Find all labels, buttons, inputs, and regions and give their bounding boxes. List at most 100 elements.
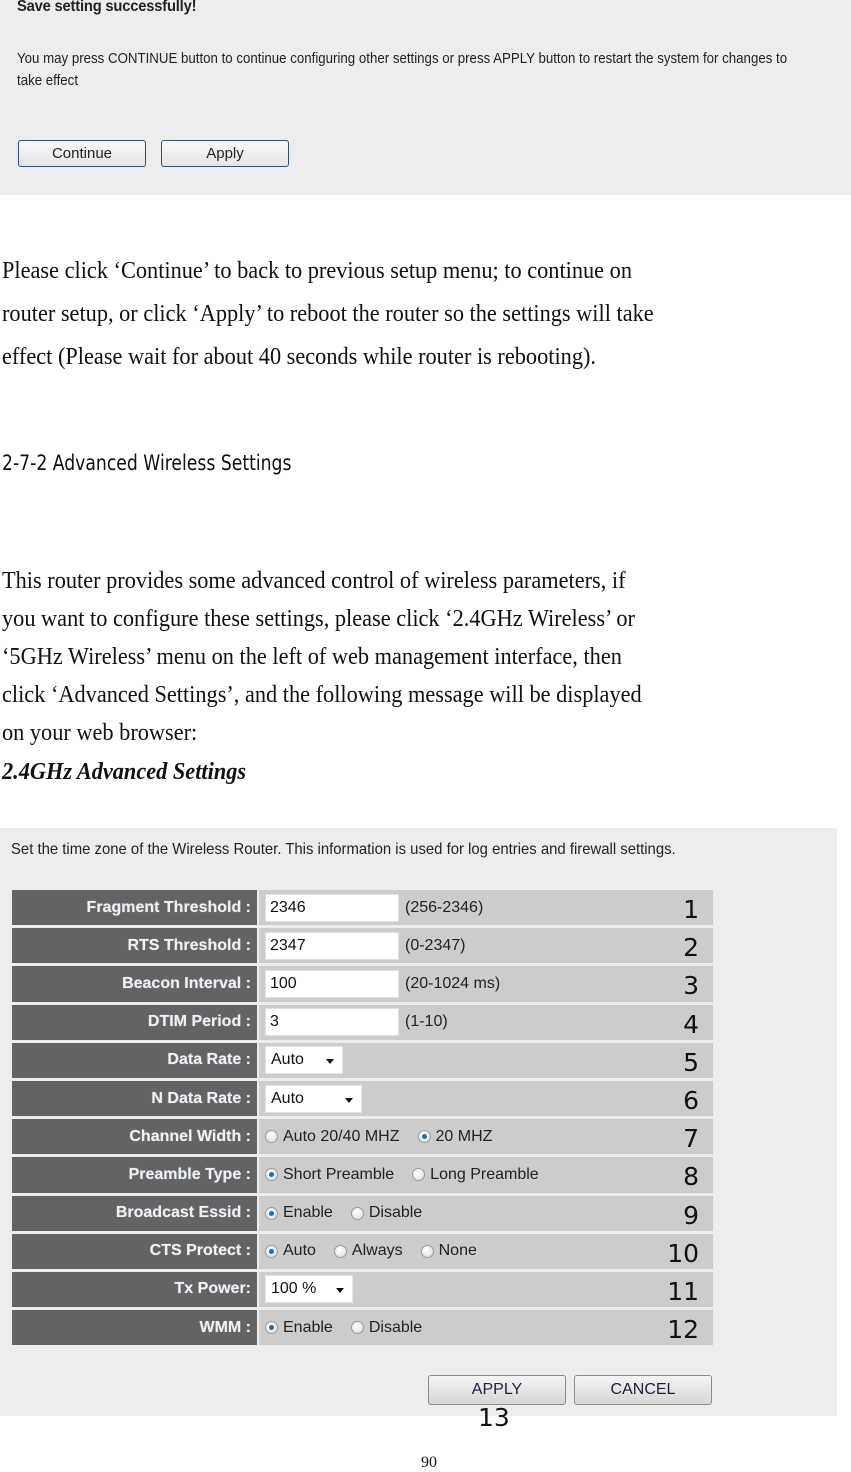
radio-label: Auto <box>283 1242 316 1260</box>
radio-label: Always <box>351 1242 403 1260</box>
radio-option[interactable]: Auto <box>265 1242 316 1260</box>
paragraph-line: Please click ‘Continue’ to back to previ… <box>2 258 632 284</box>
callout-number: 8 <box>683 1162 699 1192</box>
dropdown-value: Auto <box>271 1051 304 1069</box>
settings-row: CTS Protect : Auto Always None 10 <box>12 1233 713 1269</box>
setting-value-cell: Auto 6 <box>259 1080 713 1117</box>
callout-number: 9 <box>683 1200 699 1230</box>
dropdown-value: 100 % <box>271 1280 317 1298</box>
callout-number: 13 <box>478 1403 510 1432</box>
callout-number: 6 <box>683 1085 699 1115</box>
radio-checked-icon[interactable] <box>265 1244 278 1258</box>
dropdown-value: Auto <box>271 1089 304 1107</box>
setting-value-cell: 100 % 11 <box>259 1271 713 1308</box>
setting-value-cell: Short Preamble Long Preamble 8 <box>259 1157 713 1193</box>
settings-row: Preamble Type : Short Preamble Long Preamb… <box>12 1157 713 1193</box>
setting-dropdown[interactable]: Auto <box>265 1046 343 1075</box>
range-hint: (0-2347) <box>405 936 466 954</box>
radio-option[interactable]: Auto 20/40 MHZ <box>265 1128 400 1146</box>
radio-option[interactable]: Enable <box>265 1319 333 1337</box>
setting-label: Tx Power: <box>12 1271 257 1308</box>
setting-text-input[interactable] <box>265 1008 399 1037</box>
setting-label: Preamble Type : <box>12 1157 257 1193</box>
radio-option[interactable]: Always <box>333 1242 403 1260</box>
radio-option[interactable]: Long Preamble <box>412 1166 539 1184</box>
apply-button[interactable]: Apply <box>161 140 289 167</box>
radio-checked-icon[interactable] <box>265 1206 278 1220</box>
radio-unchecked-icon[interactable] <box>350 1206 364 1220</box>
setting-value-cell: (1-10) 4 <box>259 1004 713 1040</box>
radio-option[interactable]: None <box>420 1242 477 1260</box>
range-hint: (256-2346) <box>405 898 484 916</box>
radio-checked-icon[interactable] <box>417 1130 431 1144</box>
setting-dropdown[interactable]: Auto <box>265 1084 362 1113</box>
radio-label: Auto 20/40 MHZ <box>283 1127 400 1145</box>
callout-number: 10 <box>667 1238 699 1268</box>
setting-label: Beacon Interval : <box>12 966 257 1002</box>
setting-value-cell: Enable Disable 12 <box>259 1310 713 1346</box>
radio-option[interactable]: 20 MHZ <box>417 1128 492 1146</box>
radio-label: Disable <box>368 1318 423 1336</box>
chevron-down-icon <box>336 1288 344 1294</box>
save-success-panel: Save setting successfully! You may press… <box>0 0 851 195</box>
range-hint: (1-10) <box>405 1013 448 1031</box>
radio-checked-icon[interactable] <box>265 1168 278 1182</box>
radio-label: Enable <box>283 1318 333 1336</box>
radio-option[interactable]: Disable <box>350 1318 423 1337</box>
callout-number: 12 <box>667 1315 699 1345</box>
setting-label: WMM : <box>12 1310 257 1346</box>
radio-label: Disable <box>368 1204 423 1222</box>
callout-number: 2 <box>683 933 699 963</box>
settings-row: Beacon Interval : (20-1024 ms) 3 <box>12 966 713 1002</box>
setting-label: Data Rate : <box>12 1042 257 1078</box>
setting-value-cell: (20-1024 ms) 3 <box>259 966 713 1002</box>
settings-row: Tx Power: 100 % 11 <box>12 1271 713 1308</box>
settings-row: DTIM Period : (1-10) 4 <box>12 1004 713 1040</box>
callout-number: 3 <box>683 971 699 1001</box>
paragraph-line: on your web browser: <box>2 720 198 746</box>
section-heading: 2-7-2 Advanced Wireless Settings <box>2 451 292 475</box>
paragraph-line: effect (Please wait for about 40 seconds… <box>2 344 596 370</box>
radio-option[interactable]: Short Preamble <box>265 1166 394 1184</box>
setting-text-input[interactable] <box>265 931 399 960</box>
radio-unchecked-icon[interactable] <box>265 1130 278 1144</box>
range-hint: (20-1024 ms) <box>405 974 501 992</box>
apply-settings-button[interactable]: APPLY <box>428 1375 566 1405</box>
setting-dropdown[interactable]: 100 % <box>265 1275 353 1304</box>
setting-value-cell: Enable Disable 9 <box>259 1195 713 1231</box>
radio-option[interactable]: Disable <box>350 1204 423 1222</box>
subsection-title: 2.4GHz Advanced Settings <box>2 759 247 785</box>
callout-number: 4 <box>683 1009 699 1039</box>
continue-button[interactable]: Continue <box>18 140 146 167</box>
setting-label: CTS Protect : <box>12 1233 257 1269</box>
setting-value-cell: (256-2346) 1 <box>259 890 713 926</box>
radio-checked-icon[interactable] <box>265 1321 278 1335</box>
paragraph-line: This router provides some advanced contr… <box>2 568 626 594</box>
save-message: You may press CONTINUE button to continu… <box>17 50 788 89</box>
cancel-settings-button[interactable]: CANCEL <box>574 1375 712 1405</box>
setting-value-cell: Auto 20/40 MHZ 20 MHZ 7 <box>259 1119 713 1155</box>
radio-unchecked-icon[interactable] <box>333 1244 347 1258</box>
callout-number: 5 <box>683 1047 699 1077</box>
settings-row: N Data Rate : Auto 6 <box>12 1080 713 1117</box>
advanced-settings-panel: Set the time zone of the Wireless Router… <box>0 828 837 1416</box>
setting-value-cell: (0-2347) 2 <box>259 928 713 964</box>
callout-number: 7 <box>683 1124 699 1154</box>
paragraph-line: router setup, or click ‘Apply’ to reboot… <box>2 301 654 327</box>
setting-label: N Data Rate : <box>12 1080 257 1117</box>
paragraph-line: ‘5GHz Wireless’ menu on the left of web … <box>2 644 622 670</box>
radio-unchecked-icon[interactable] <box>420 1244 434 1258</box>
setting-text-input[interactable] <box>265 969 399 998</box>
setting-label: RTS Threshold : <box>12 928 257 964</box>
radio-unchecked-icon[interactable] <box>412 1168 426 1182</box>
setting-text-input[interactable] <box>265 893 399 922</box>
settings-description: Set the time zone of the Wireless Router… <box>11 841 676 858</box>
chevron-down-icon <box>345 1097 353 1103</box>
paragraph-line: you want to configure these settings, pl… <box>2 606 635 632</box>
radio-unchecked-icon[interactable] <box>350 1321 364 1335</box>
radio-option[interactable]: Enable <box>265 1204 333 1222</box>
settings-row: WMM : Enable Disable 12 <box>12 1310 713 1346</box>
settings-row: Data Rate : Auto 5 <box>12 1042 713 1078</box>
settings-row: Fragment Threshold : (256-2346) 1 <box>12 890 713 926</box>
setting-label: DTIM Period : <box>12 1004 257 1040</box>
